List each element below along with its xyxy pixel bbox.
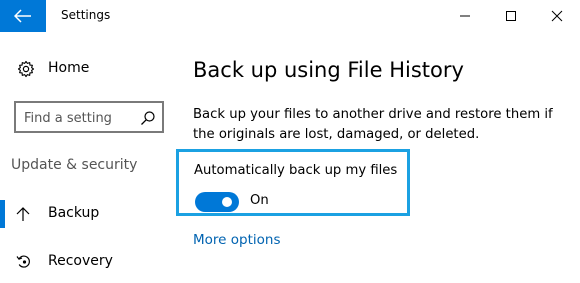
main-content: Back up using File History Back up your … bbox=[176, 32, 580, 283]
sidebar-item-label: Home bbox=[48, 60, 90, 76]
recovery-icon bbox=[16, 255, 30, 268]
back-arrow-icon bbox=[14, 9, 31, 23]
active-indicator bbox=[0, 200, 5, 228]
backup-arrow-icon bbox=[16, 207, 30, 221]
sidebar-item-backup[interactable]: Backup bbox=[0, 198, 176, 230]
close-button[interactable] bbox=[534, 0, 580, 32]
search-icon[interactable] bbox=[140, 110, 156, 126]
toggle-label: Automatically back up my files bbox=[194, 163, 398, 178]
toggle-highlight-box: Automatically back up my files On bbox=[176, 149, 410, 216]
window-title: Settings bbox=[61, 8, 111, 22]
sidebar: Home Update & security Backup Recovery bbox=[0, 32, 176, 283]
minimize-icon bbox=[460, 15, 470, 17]
auto-backup-toggle[interactable] bbox=[195, 192, 239, 212]
search-box[interactable] bbox=[14, 101, 164, 133]
sidebar-item-recovery[interactable]: Recovery bbox=[0, 246, 176, 278]
section-heading: Update & security bbox=[11, 157, 138, 173]
maximize-icon bbox=[506, 11, 516, 21]
sidebar-item-label: Recovery bbox=[48, 253, 113, 269]
title-bar: Settings bbox=[0, 0, 580, 32]
search-input[interactable] bbox=[24, 108, 134, 128]
more-options-link[interactable]: More options bbox=[193, 232, 280, 248]
page-description: Back up your files to another drive and … bbox=[193, 107, 553, 142]
close-icon bbox=[551, 10, 563, 22]
maximize-button[interactable] bbox=[488, 0, 534, 32]
toggle-knob bbox=[222, 197, 232, 207]
minimize-button[interactable] bbox=[442, 0, 488, 32]
page-title: Back up using File History bbox=[193, 58, 464, 82]
toggle-state-text: On bbox=[250, 193, 269, 208]
sidebar-item-label: Backup bbox=[48, 205, 100, 221]
gear-icon bbox=[17, 60, 35, 78]
back-button[interactable] bbox=[0, 0, 46, 32]
sidebar-item-home[interactable]: Home bbox=[0, 54, 176, 84]
